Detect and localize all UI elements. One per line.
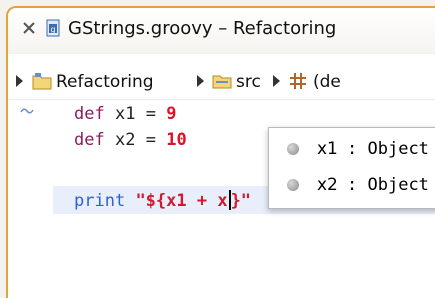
breadcrumb-item-package[interactable]: (de (313, 72, 341, 92)
package-icon (290, 73, 306, 89)
variable-name: x2 (114, 130, 136, 150)
variable-name: x1 (114, 104, 136, 124)
editor-window: g GStrings.groovy – Refactoring Refactor… (6, 6, 435, 298)
number-literal: 10 (166, 130, 187, 150)
number-literal: 9 (166, 104, 177, 124)
autocomplete-item-x1[interactable]: x1 : Object (269, 134, 435, 166)
editor-tab-bar: g GStrings.groovy – Refactoring (8, 8, 435, 54)
autocomplete-item-x2[interactable]: x2 : Object (269, 170, 435, 202)
suggestion-name: x1 (317, 139, 338, 159)
autocomplete-popup: x1 : Object x2 : Object (268, 127, 435, 209)
keyword: def (74, 130, 105, 150)
variable-icon (287, 179, 299, 191)
operator: = (145, 104, 156, 124)
code-line-current: print "${x1 + x}" (74, 190, 251, 211)
project-icon (32, 73, 52, 90)
chevron-right-icon[interactable] (197, 75, 204, 87)
tab-title[interactable]: GStrings.groovy – Refactoring (68, 18, 336, 39)
variable-icon (287, 143, 299, 155)
editor-gutter (8, 100, 53, 298)
code-line-2: def x2 = 10 (74, 130, 187, 150)
chevron-right-icon[interactable] (16, 75, 23, 87)
string-literal-start: "${x1 + x (135, 191, 228, 211)
suggestion-type: : Object (347, 139, 429, 159)
type-label: Object (367, 175, 429, 195)
close-icon[interactable] (22, 21, 36, 35)
breadcrumb: Refactoring src (de (8, 65, 435, 100)
breadcrumb-item-refactoring[interactable]: Refactoring (56, 72, 154, 92)
svg-text:g: g (50, 25, 55, 34)
type-separator: : (347, 175, 358, 195)
type-label: Object (367, 139, 429, 159)
code-line-1: def x1 = 9 (74, 104, 176, 124)
operator: = (145, 130, 156, 150)
breadcrumb-item-src[interactable]: src (236, 72, 261, 92)
keyword: def (74, 104, 105, 124)
suggestion-name: x2 (317, 175, 338, 195)
groovy-file-icon: g (46, 19, 60, 37)
source-folder-icon (212, 75, 232, 89)
string-literal-end: }" (230, 191, 252, 211)
print-keyword: print (74, 191, 126, 211)
fold-marker-icon[interactable] (20, 106, 34, 116)
type-separator: : (347, 139, 358, 159)
chevron-right-icon[interactable] (273, 75, 280, 87)
suggestion-type: : Object (347, 175, 429, 195)
